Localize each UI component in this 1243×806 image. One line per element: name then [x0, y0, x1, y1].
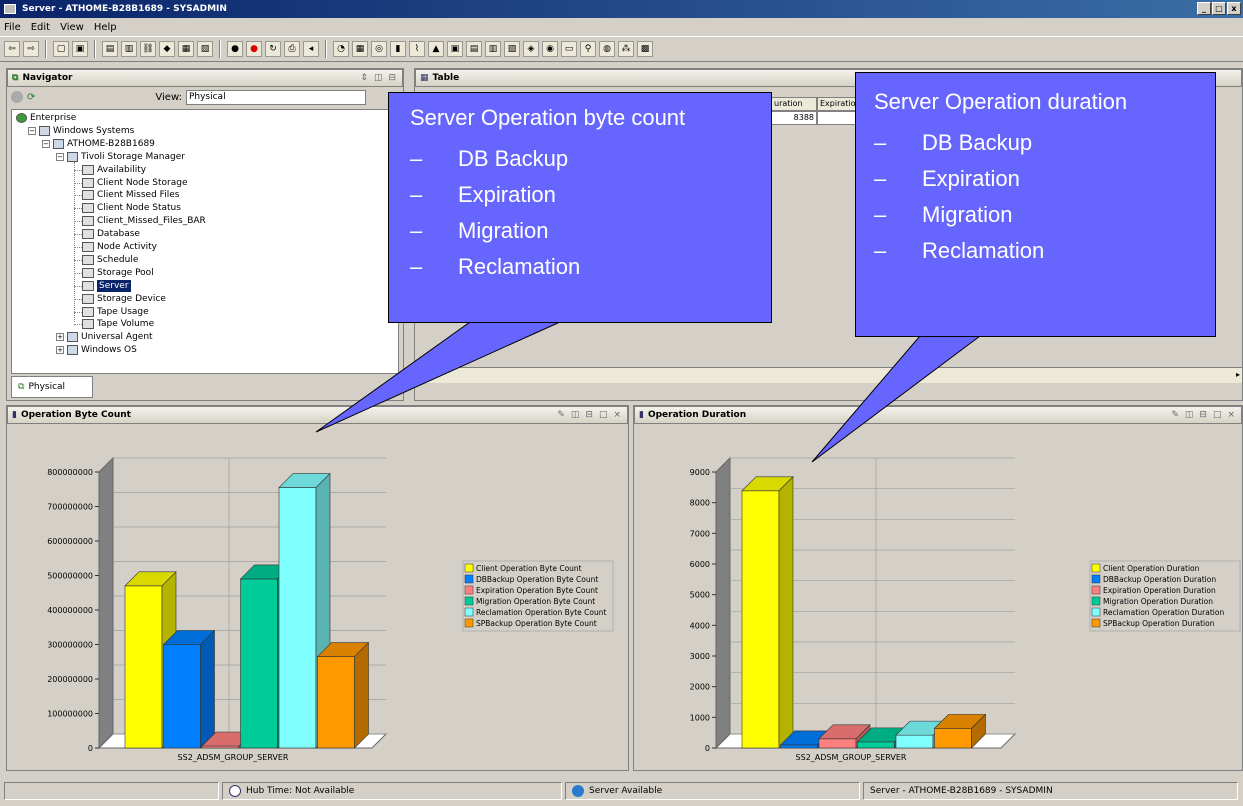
callout-item: – Expiration	[874, 166, 1020, 191]
callout-item: – Expiration	[410, 182, 556, 207]
callout-item: – DB Backup	[410, 146, 569, 171]
callout-pointer-left	[315, 321, 561, 433]
callout-duration-title: Server Operation duration	[874, 89, 1128, 114]
callout-item: – Reclamation	[410, 254, 581, 279]
callout-item: – Reclamation	[874, 238, 1045, 263]
callout-duration: Server Operation duration – DB Backup – Ex…	[855, 72, 1216, 337]
callout-byte-count-title: Server Operation byte count	[410, 105, 686, 130]
callout-item: – Migration	[410, 218, 549, 243]
callout-byte-count: Server Operation byte count – DB Backup –…	[388, 92, 772, 323]
globe-icon	[572, 785, 584, 797]
callout-pointer-right	[811, 335, 982, 463]
callout-item: – Migration	[874, 202, 1013, 227]
callout-item: – DB Backup	[874, 130, 1033, 155]
hub-time-text: Hub Time: Not Available	[246, 786, 355, 796]
status-session: Server - ATHOME-B28B1689 - SYSADMIN	[863, 782, 1238, 800]
clock-icon	[229, 785, 241, 797]
status-hub-time: Hub Time: Not Available	[222, 782, 562, 800]
status-server: Server Available	[565, 782, 860, 800]
server-status-text: Server Available	[589, 786, 663, 796]
session-text: Server - ATHOME-B28B1689 - SYSADMIN	[870, 786, 1053, 796]
status-empty	[4, 782, 219, 800]
status-bar: Hub Time: Not Available Server Available…	[0, 780, 1243, 802]
